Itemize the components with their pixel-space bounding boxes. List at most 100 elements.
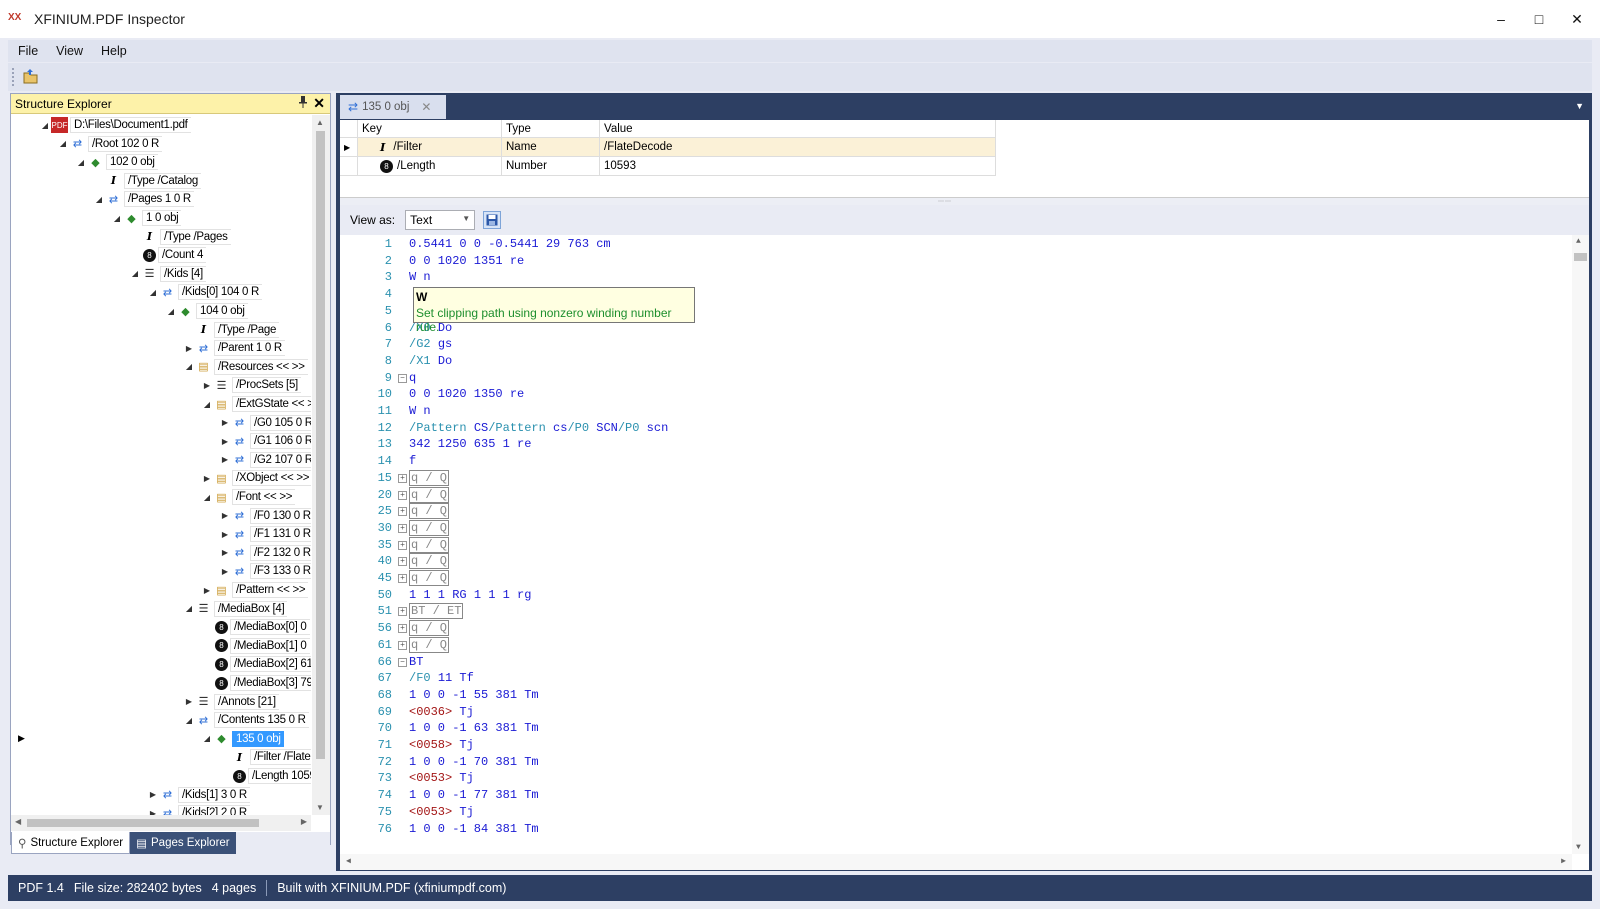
code-line[interactable]: f [409, 454, 416, 468]
expand-icon[interactable]: ▶ [183, 697, 195, 706]
collapse-icon[interactable]: ◢ [183, 716, 195, 725]
pin-icon[interactable] [298, 96, 308, 111]
collapse-icon[interactable]: ◢ [147, 288, 159, 297]
tree-node[interactable]: ◢ ⇄ /Pages 1 0 R [93, 190, 194, 208]
tree-node[interactable]: ▶ ⇄ /G0 105 0 R [219, 414, 311, 432]
expand-fold-icon[interactable]: + [398, 490, 407, 500]
column-header-value[interactable]: Value [600, 120, 996, 138]
expand-fold-icon[interactable]: + [398, 607, 407, 617]
tree-node[interactable]: ▶ ⇄ /Kids[1] 3 0 R [147, 786, 250, 804]
tree-node[interactable]: ▶ ▤ /XObject << >> [201, 469, 311, 487]
code-line[interactable]: 0.5441 0 0 -0.5441 29 763 cm [409, 237, 611, 251]
close-panel-button[interactable]: ✕ [313, 95, 325, 112]
code-line[interactable]: q / Q [409, 536, 450, 553]
menu-file[interactable]: File [8, 44, 46, 58]
code-line[interactable]: /G2 gs [409, 337, 452, 351]
cell-type[interactable]: Name [502, 138, 600, 157]
tree-node[interactable]: ◢ ⇄ /Contents 135 0 R [183, 711, 309, 729]
expand-fold-icon[interactable]: + [398, 507, 407, 517]
tree-node[interactable]: ▶ ⇄ /F2 132 0 R [219, 544, 311, 562]
maximize-button[interactable]: □ [1520, 0, 1558, 38]
code-line[interactable]: <0058> Tj [409, 738, 474, 752]
tab-list-dropdown-icon[interactable]: ▼ [1575, 101, 1584, 111]
expand-fold-icon[interactable]: + [398, 640, 407, 650]
expand-icon[interactable]: ▶ [219, 511, 231, 520]
code-line[interactable]: 342 1250 635 1 re [409, 437, 531, 451]
tree-node[interactable]: ▶ ⇄ /F1 131 0 R [219, 525, 311, 543]
code-line[interactable]: q / Q [409, 570, 450, 586]
tree-node[interactable]: ◢ ☰ /Kids [4] [129, 265, 206, 283]
code-line[interactable]: /F0 11 Tf [409, 671, 474, 685]
view-as-select[interactable]: Text ▼ [405, 210, 476, 230]
code-line[interactable]: q / Q [409, 486, 450, 503]
code-line[interactable]: 1 0 0 -1 77 381 Tm [409, 788, 539, 802]
expand-icon[interactable]: ▶ [219, 455, 231, 464]
code-line[interactable]: q / Q [409, 503, 450, 520]
scroll-right-icon[interactable]: ▶ [1561, 856, 1566, 866]
collapse-icon[interactable]: ◢ [57, 139, 69, 148]
expand-side-icon[interactable]: ▶ [18, 733, 25, 744]
cell-type[interactable]: Number [502, 157, 600, 176]
tree-node[interactable]: ◢ ▤ /Font << >> [201, 488, 296, 506]
collapse-icon[interactable]: ◢ [201, 734, 213, 743]
code-line[interactable]: /Pattern CS/Pattern cs/P0 SCN/P0 scn [409, 421, 668, 435]
code-line[interactable]: <0036> Tj [409, 705, 474, 719]
tree-node[interactable]: 8/MediaBox[0] 0 [201, 618, 310, 636]
tree-node[interactable]: ▶ ⇄ /F3 133 0 R [219, 562, 311, 580]
code-line[interactable]: q / Q [409, 636, 450, 653]
tree-node[interactable]: I/Type /Catalog [93, 172, 201, 190]
tree-node[interactable]: ◢ ◆ 104 0 obj [165, 302, 248, 320]
code-line[interactable]: <0053> Tj [409, 805, 474, 819]
code-line[interactable]: W n [409, 404, 431, 418]
expand-icon[interactable]: ▶ [219, 530, 231, 539]
collapse-icon[interactable]: ◢ [183, 604, 195, 613]
tree-horizontal-scrollbar[interactable]: ◀ ▶ [11, 815, 311, 831]
table-row-key[interactable]: 8 /Length [358, 157, 502, 176]
tree-node[interactable]: 8/MediaBox[3] 79 [201, 674, 311, 692]
expand-icon[interactable]: ▶ [219, 548, 231, 557]
code-line[interactable]: 1 0 0 -1 63 381 Tm [409, 721, 539, 735]
collapse-icon[interactable]: ◢ [201, 400, 213, 409]
collapse-fold-icon[interactable]: − [398, 373, 407, 383]
open-file-button[interactable] [21, 67, 41, 87]
code-line[interactable]: q [409, 371, 416, 385]
expand-icon[interactable]: ▶ [201, 586, 213, 595]
code-line[interactable]: q / Q [409, 620, 450, 637]
editor-scroll-thumb[interactable] [1574, 253, 1587, 261]
tree-node[interactable]: ◢ ☰ /MediaBox [4] [183, 600, 288, 618]
tree-node[interactable]: ◢ PDF D:\Files\Document1.pdf [39, 116, 191, 134]
code-line[interactable]: 0 0 1020 1351 re [409, 254, 524, 268]
tree-node[interactable]: ▶ ☰ /Annots [21] [183, 693, 279, 711]
tree-node[interactable]: ◢ ⇄ /Kids[0] 104 0 R [147, 283, 263, 301]
tree-node[interactable]: 8/MediaBox[1] 0 [201, 637, 310, 655]
collapse-icon[interactable]: ◢ [201, 493, 213, 502]
tree-node[interactable]: ▶ ⇄/Kids[2] 2 0 R [147, 804, 250, 815]
menu-view[interactable]: View [46, 44, 91, 58]
tree-node[interactable]: I/Type /Page [183, 321, 280, 339]
collapse-icon[interactable]: ◢ [165, 307, 177, 316]
tree-node[interactable]: 8/MediaBox[2] 61 [201, 655, 311, 673]
code-line[interactable]: 1 0 0 -1 55 381 Tm [409, 688, 539, 702]
expand-fold-icon[interactable]: + [398, 473, 407, 483]
tree-node[interactable]: ▶ ⇄ /G2 107 0 R [219, 451, 311, 469]
tree-node[interactable]: ◢ ⇄ /Root 102 0 R [57, 135, 163, 153]
editor-horizontal-scrollbar[interactable]: ◀ ▶ [340, 854, 1572, 870]
code-line[interactable]: q / Q [409, 553, 450, 570]
expand-fold-icon[interactable]: + [398, 523, 407, 533]
tree-node[interactable]: 8/Length 1059 [219, 767, 311, 785]
tree-node[interactable]: ▶ ▤ /Pattern << >> [201, 581, 309, 599]
tree-node[interactable]: ◢ ◆ 135 0 obj [201, 730, 284, 748]
collapse-icon[interactable]: ◢ [183, 362, 195, 371]
tree-node[interactable]: ▶ ☰ /ProcSets [5] [201, 376, 301, 394]
tree-node[interactable]: I/Filter /FlateD [219, 748, 311, 766]
close-tab-button[interactable]: ✕ [421, 100, 431, 114]
expand-icon[interactable]: ▶ [201, 474, 213, 483]
scroll-left-icon[interactable]: ◀ [15, 817, 21, 826]
tree-node[interactable]: ◢ ▤ /Resources << >> [183, 358, 308, 376]
expand-fold-icon[interactable]: + [398, 624, 407, 634]
code-line[interactable]: W n [409, 270, 431, 284]
expand-fold-icon[interactable]: + [398, 540, 407, 550]
expand-icon[interactable]: ▶ [219, 567, 231, 576]
code-editor[interactable]: 1 0.5441 0 0 -0.5441 29 763 cm 2 0 0 1020 1… [340, 235, 1589, 870]
code-line[interactable]: <0053> Tj [409, 771, 474, 785]
